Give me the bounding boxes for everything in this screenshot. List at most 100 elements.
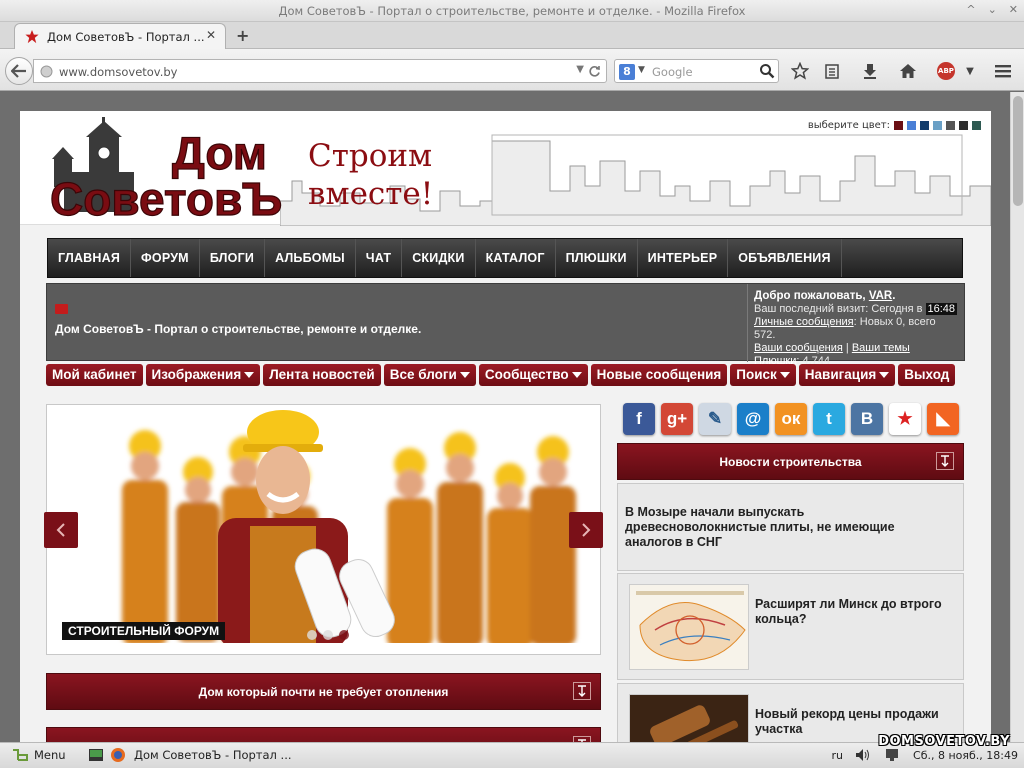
url-history-dropdown-icon[interactable]: ▼	[576, 64, 584, 75]
color-swatch[interactable]	[907, 121, 916, 130]
article-bar-1-title: Дом который почти не требует отопления	[198, 684, 449, 699]
back-button[interactable]	[5, 57, 33, 85]
slider-prev-button[interactable]	[44, 512, 78, 548]
dropdown-arrow-icon	[571, 372, 582, 379]
site-logo[interactable]: Дом СоветовЪ	[44, 117, 294, 225]
slider-dot-2[interactable]	[323, 630, 333, 640]
globe-icon	[40, 65, 53, 78]
secondary-menu-item[interactable]: Мой кабинет	[46, 364, 143, 386]
google-search-engine-icon[interactable]: 8	[619, 64, 635, 80]
page-scrollbar[interactable]	[1010, 92, 1024, 742]
adblock-plus-icon[interactable]: ABP	[937, 62, 955, 80]
main-menu-item[interactable]: ФОРУМ	[131, 239, 200, 277]
keyboard-layout[interactable]: ru	[832, 749, 844, 762]
main-menu-item[interactable]: ОБЪЯВЛЕНИЯ	[728, 239, 842, 277]
terminal-icon[interactable]	[88, 748, 104, 762]
slider-next-button[interactable]	[569, 512, 603, 548]
url-bar[interactable]: www.domsovetov.by ▼	[33, 59, 607, 83]
color-swatch[interactable]	[959, 121, 968, 130]
secondary-menu-item[interactable]: Выход	[898, 364, 956, 386]
color-swatch[interactable]	[933, 121, 942, 130]
article-bar-1[interactable]: Дом который почти не требует отопления	[46, 673, 601, 710]
rss-icon[interactable]: ◣	[927, 403, 959, 435]
main-menu-item[interactable]: ЧАТ	[356, 239, 403, 277]
your-threads-link[interactable]: Ваши темы	[852, 342, 910, 354]
search-engine-dropdown-icon[interactable]: ▼	[638, 65, 645, 75]
tab-close-icon[interactable]: ✕	[206, 28, 216, 42]
os-taskbar: Menu Дом СоветовЪ - Портал ... ru Сб., 8…	[0, 742, 1024, 768]
news-thumb-gavel-image[interactable]	[629, 694, 749, 742]
news-item-title[interactable]: Новый рекорд цены продажи участка	[755, 707, 960, 737]
livejournal-icon[interactable]: ✎	[699, 403, 731, 435]
downloads-icon[interactable]	[860, 61, 880, 81]
main-menu-item[interactable]: КАТАЛОГ	[476, 239, 556, 277]
twitter-icon[interactable]: t	[813, 403, 845, 435]
main-menu-item[interactable]: ПЛЮШКИ	[556, 239, 638, 277]
secondary-menu-item[interactable]: Сообщество	[478, 364, 588, 386]
main-menu-item[interactable]: СКИДКИ	[402, 239, 476, 277]
search-bar[interactable]: 8 ▼ Google	[614, 59, 779, 83]
breadcrumb-text[interactable]: Дом СоветовЪ - Портал о строительстве, р…	[55, 322, 421, 336]
secondary-menu-item[interactable]: Новые сообщения	[590, 364, 728, 386]
main-menu-item[interactable]: ГЛАВНАЯ	[48, 239, 132, 277]
reload-icon[interactable]	[588, 65, 601, 78]
hamburger-menu-icon[interactable]	[993, 61, 1013, 81]
new-tab-button[interactable]: +	[236, 26, 249, 45]
slide-caption[interactable]: СТРОИТЕЛЬНЫЙ ФОРУМ	[62, 622, 226, 640]
firefox-icon	[111, 748, 125, 762]
clock[interactable]: Сб., 8 нояб., 18:49	[913, 749, 1018, 762]
search-icon[interactable]	[759, 63, 775, 79]
slide-image-workers[interactable]	[50, 408, 597, 643]
main-menu-item[interactable]: БЛОГИ	[200, 239, 266, 277]
start-menu-button[interactable]: Menu	[12, 748, 104, 762]
username-link[interactable]: VAR	[869, 290, 892, 302]
your-posts-link[interactable]: Ваши сообщения	[754, 342, 843, 354]
news-item-title[interactable]: В Мозыре начали выпускать древесноволокн…	[625, 505, 925, 550]
article-bar-2[interactable]	[46, 727, 601, 742]
home-icon[interactable]	[898, 61, 918, 81]
search-placeholder: Google	[652, 65, 693, 79]
secondary-menu-label: Навигация	[804, 367, 877, 382]
color-swatch[interactable]	[972, 121, 981, 130]
slider-dot-3-active[interactable]	[339, 630, 349, 640]
window-title: Дом СоветовЪ - Портал о строительстве, р…	[278, 4, 746, 18]
color-swatch[interactable]	[920, 121, 929, 130]
folder-icon	[55, 304, 68, 314]
color-swatch[interactable]	[946, 121, 955, 130]
secondary-menu-item[interactable]: Изображения	[145, 364, 261, 386]
main-menu-item[interactable]: ИНТЕРЬЕР	[638, 239, 729, 277]
toggle-collapse-icon[interactable]	[573, 682, 591, 700]
secondary-menu-item[interactable]: Лента новостей	[263, 364, 381, 386]
news-section-header[interactable]: Новости строительства	[617, 443, 964, 480]
toggle-collapse-icon[interactable]	[936, 452, 954, 470]
secondary-menu-item[interactable]: Поиск	[730, 364, 796, 386]
window-minimize-button[interactable]: ^	[966, 3, 975, 16]
secondary-menu-item[interactable]: Все блоги	[383, 364, 476, 386]
scrollbar-thumb[interactable]	[1013, 96, 1023, 206]
vkontakte-icon[interactable]: B	[851, 403, 883, 435]
slider-dot-1[interactable]	[307, 630, 317, 640]
private-messages-link[interactable]: Личные сообщения	[754, 316, 854, 328]
news-item[interactable]: Расширят ли Минск до втрого кольца?	[617, 573, 964, 680]
bookmark-star-icon[interactable]	[790, 61, 810, 81]
color-swatch[interactable]	[894, 121, 903, 130]
main-menu-item[interactable]: АЛЬБОМЫ	[265, 239, 356, 277]
mail-ru-icon[interactable]: @	[737, 403, 769, 435]
bookmarks-list-icon[interactable]	[822, 61, 842, 81]
adblock-dropdown-icon[interactable]: ▼	[960, 61, 980, 81]
breadcrumb: Дом СоветовЪ - Портал о строительстве, р…	[55, 304, 421, 336]
browser-tab-active[interactable]: Дом СоветовЪ - Портал ... ✕	[14, 23, 226, 49]
window-close-button[interactable]: ✕	[1009, 3, 1018, 16]
facebook-icon[interactable]: f	[623, 403, 655, 435]
news-thumb-map-image[interactable]	[629, 584, 749, 670]
odnoklassniki-icon[interactable]: ок	[775, 403, 807, 435]
moikrug-icon[interactable]: ★	[889, 403, 921, 435]
google-plus-icon[interactable]: g+	[661, 403, 693, 435]
taskbar-firefox-task[interactable]: Дом СоветовЪ - Портал ...	[110, 747, 292, 763]
network-icon[interactable]	[883, 748, 901, 762]
window-maximize-button[interactable]: ⌄	[988, 3, 997, 16]
news-item[interactable]: В Мозыре начали выпускать древесноволокн…	[617, 483, 964, 571]
volume-icon[interactable]	[855, 748, 871, 762]
news-item-title[interactable]: Расширят ли Минск до втрого кольца?	[755, 597, 960, 627]
secondary-menu-item[interactable]: Навигация	[798, 364, 896, 386]
